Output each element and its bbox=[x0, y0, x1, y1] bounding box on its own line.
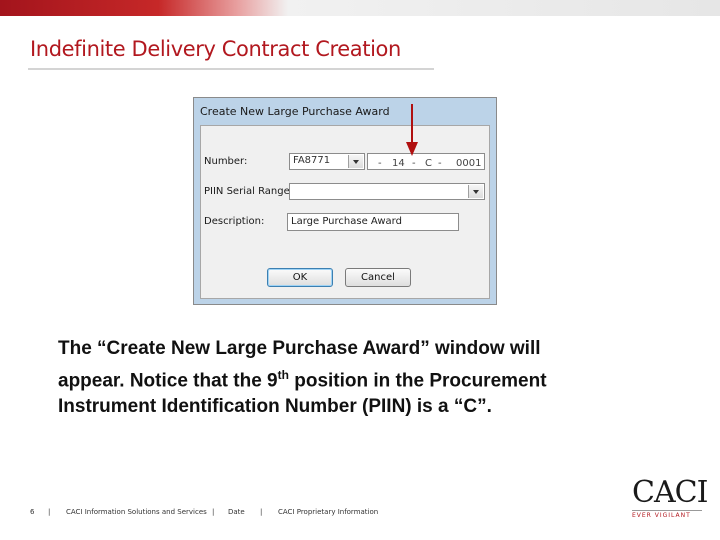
dialog-body: Number: FA8771 - 14 - C - 0001 PIIN Seri… bbox=[200, 125, 490, 299]
number-serial-segment: 0001 bbox=[456, 158, 482, 169]
footer-date: Date bbox=[228, 508, 245, 516]
footer-company: CACI Information Solutions and Services bbox=[66, 508, 207, 516]
top-banner bbox=[0, 0, 720, 16]
number-segments-field[interactable]: - 14 - C - 0001 bbox=[367, 153, 485, 170]
ok-button[interactable]: OK bbox=[267, 268, 333, 287]
slide-title: Indefinite Delivery Contract Creation bbox=[30, 37, 401, 61]
logo-wordmark: CACI bbox=[632, 475, 708, 510]
number-separator: - bbox=[378, 158, 382, 169]
footer-page-number: 6 bbox=[30, 508, 35, 516]
title-underline bbox=[28, 68, 434, 70]
footer-separator: | bbox=[48, 508, 51, 516]
logo-tagline: EVER VIGILANT bbox=[632, 510, 702, 519]
number-year-segment: 14 bbox=[392, 158, 405, 169]
chevron-down-icon[interactable] bbox=[348, 155, 363, 168]
dialog-title: Create New Large Purchase Award bbox=[200, 105, 390, 118]
caci-logo: CACI EVER VIGILANT bbox=[632, 475, 708, 519]
body-line: Instrument Identification Number (PIIN) … bbox=[58, 396, 492, 418]
chevron-down-icon[interactable] bbox=[468, 185, 483, 198]
ordinal-suffix: th bbox=[277, 368, 289, 382]
number-prefix-value: FA8771 bbox=[293, 155, 331, 166]
cancel-button[interactable]: Cancel bbox=[345, 268, 411, 287]
footer-separator: | bbox=[260, 508, 263, 516]
body-line: appear. Notice that the 9th position in … bbox=[58, 362, 658, 394]
number-label: Number: bbox=[204, 156, 248, 167]
number-type-segment: C bbox=[425, 158, 432, 169]
number-separator: - bbox=[438, 158, 442, 169]
body-line-text: position in the Procurement bbox=[288, 370, 547, 392]
callout-arrow-icon bbox=[406, 142, 418, 156]
footer-proprietary: CACI Proprietary Information bbox=[278, 508, 379, 516]
body-line-text: appear. Notice that the 9 bbox=[58, 370, 278, 392]
slide-body-text: The “Create New Large Purchase Award” wi… bbox=[58, 336, 658, 420]
create-award-dialog: Create New Large Purchase Award Number: … bbox=[193, 97, 497, 305]
piin-serial-range-label: PIIN Serial Range bbox=[204, 186, 290, 197]
number-prefix-combo[interactable]: FA8771 bbox=[289, 153, 365, 170]
description-input[interactable]: Large Purchase Award bbox=[287, 213, 459, 231]
piin-serial-range-combo[interactable] bbox=[289, 183, 485, 200]
number-separator: - bbox=[412, 158, 416, 169]
body-line: The “Create New Large Purchase Award” wi… bbox=[58, 338, 541, 359]
description-label: Description: bbox=[204, 216, 265, 227]
callout-arrow-shaft bbox=[411, 104, 413, 144]
footer-separator: | bbox=[212, 508, 215, 516]
